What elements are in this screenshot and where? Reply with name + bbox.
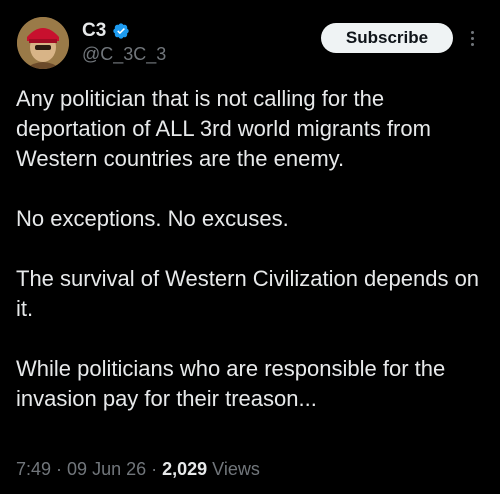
subscribe-button[interactable]: Subscribe [321,23,453,53]
avatar[interactable] [17,17,69,69]
verified-badge-icon [112,22,130,40]
display-name[interactable]: C3 [82,20,106,42]
post-time[interactable]: 7:49 [16,459,51,480]
meta-separator: · [151,459,158,479]
views-label: Views [212,459,260,479]
author-name-row[interactable]: C3 [82,20,130,42]
post-meta: 7:49 · 09 Jun 26 · 2,029 Views [16,459,260,480]
meta-separator: · [56,459,63,479]
post-date[interactable]: 09 Jun 26 [67,459,146,480]
views-count[interactable]: 2,029 [162,459,207,480]
post-card: C3 @C_3C_3 Subscribe Any politician that… [0,0,500,494]
author-handle[interactable]: @C_3C_3 [82,44,166,65]
more-vertical-icon[interactable] [464,24,480,52]
avatar-image [17,17,69,69]
post-text: Any politician that is not calling for t… [16,86,480,411]
